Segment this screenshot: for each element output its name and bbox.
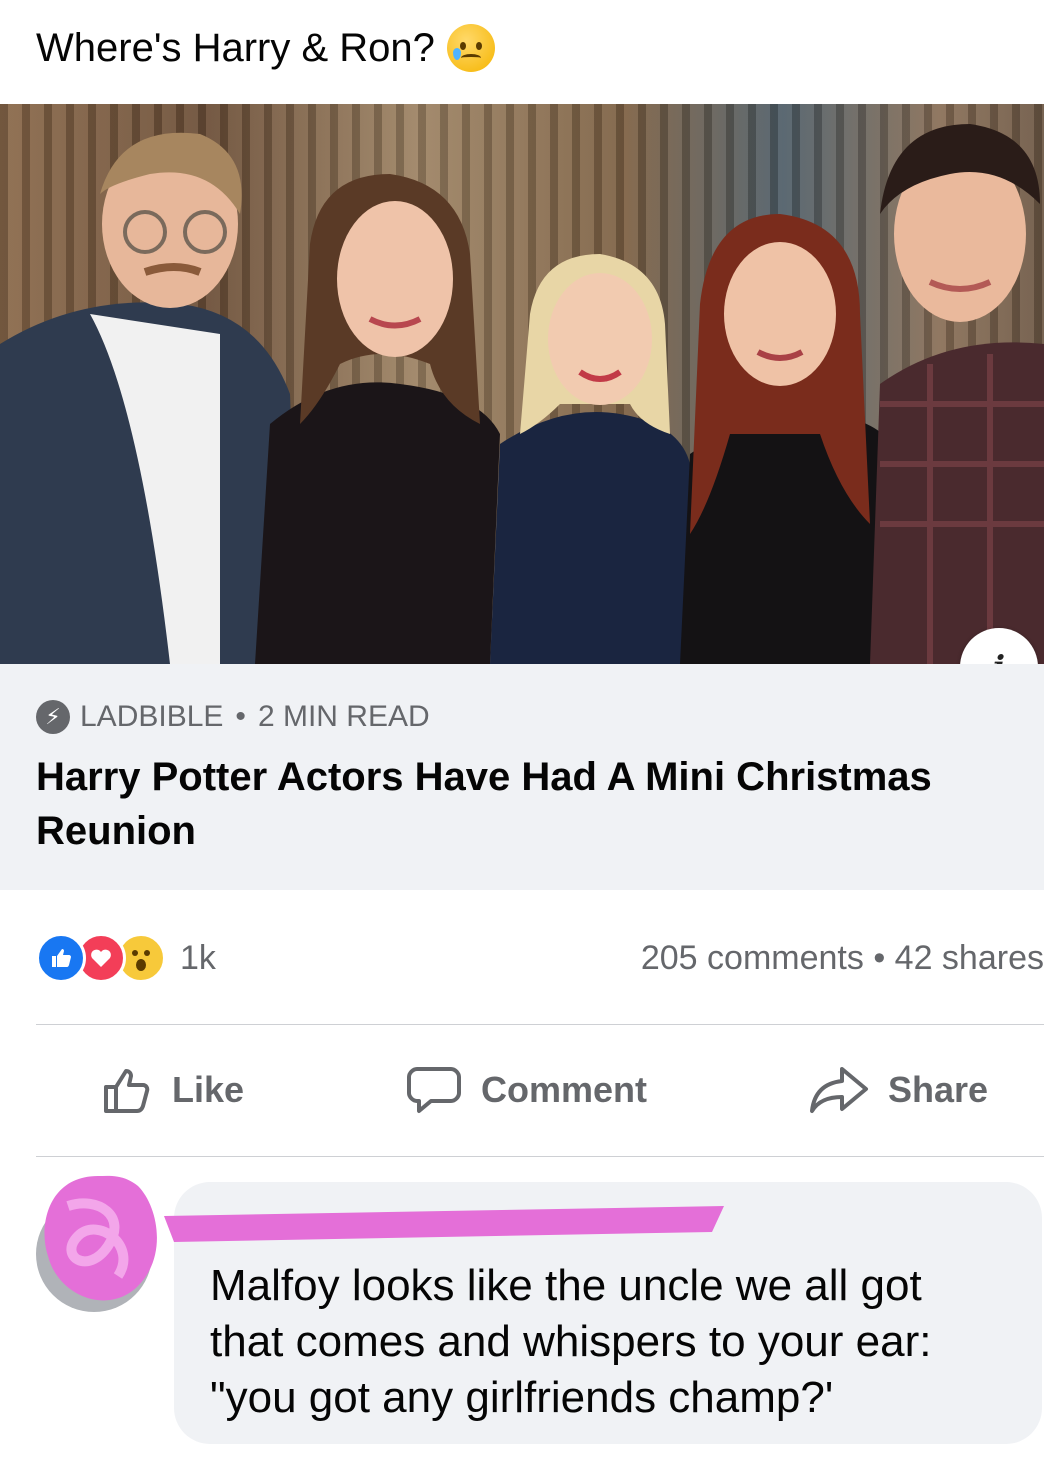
redaction-scribble	[44, 1175, 157, 1301]
link-source: LADBIBLE	[80, 700, 224, 733]
stats-separator: •	[873, 938, 886, 977]
comment-bubble[interactable]: Malfoy looks like the uncle we all got t…	[164, 1182, 1042, 1444]
divider	[36, 1156, 1044, 1157]
like-icon	[36, 933, 86, 983]
engagement-stats: 205 comments • 42 shares	[641, 939, 1044, 978]
link-read-time: 2 MIN READ	[257, 700, 430, 733]
divider	[36, 1024, 1044, 1025]
comments-count[interactable]: 205 comments	[641, 939, 864, 977]
share-button[interactable]: Share	[808, 1063, 988, 1117]
comment-text: Malfoy looks like the uncle we all got t…	[210, 1261, 932, 1422]
reactions-bar: 1k 205 comments • 42 shares	[36, 930, 1044, 986]
link-preview-image[interactable]	[0, 104, 1044, 664]
link-title[interactable]: Harry Potter Actors Have Had A Mini Chri…	[36, 750, 936, 858]
comment-button[interactable]: Comment	[405, 1063, 647, 1117]
thumbs-up-icon	[104, 1069, 150, 1113]
link-meta: ⚡ LADBIBLE • 2 MIN READ	[36, 700, 1008, 734]
post-actions: Like Comment Share	[36, 1040, 1044, 1140]
like-label: Like	[172, 1069, 245, 1110]
like-button[interactable]: Like	[100, 1063, 244, 1117]
post-caption-text: Where's Harry & Ron?	[36, 25, 435, 70]
reaction-summary[interactable]: 1k	[36, 933, 216, 983]
share-label: Share	[887, 1069, 988, 1110]
meta-separator: •	[235, 700, 246, 733]
comment-label: Comment	[480, 1069, 647, 1110]
link-card[interactable]: ⚡ LADBIBLE • 2 MIN READ Harry Potter Act…	[0, 664, 1044, 890]
share-arrow-icon	[809, 1067, 868, 1113]
name-redaction	[164, 1206, 724, 1242]
comment: Malfoy looks like the uncle we all got t…	[36, 1170, 1044, 1460]
lightning-bolt-icon: ⚡	[36, 700, 70, 734]
post-caption: Where's Harry & Ron?	[36, 24, 495, 72]
reaction-count: 1k	[180, 938, 216, 977]
speech-bubble-icon	[406, 1067, 461, 1113]
shares-count[interactable]: 42 shares	[895, 939, 1044, 977]
sad-but-relieved-face-icon	[446, 24, 495, 72]
group-photo-illustration	[0, 124, 1044, 664]
